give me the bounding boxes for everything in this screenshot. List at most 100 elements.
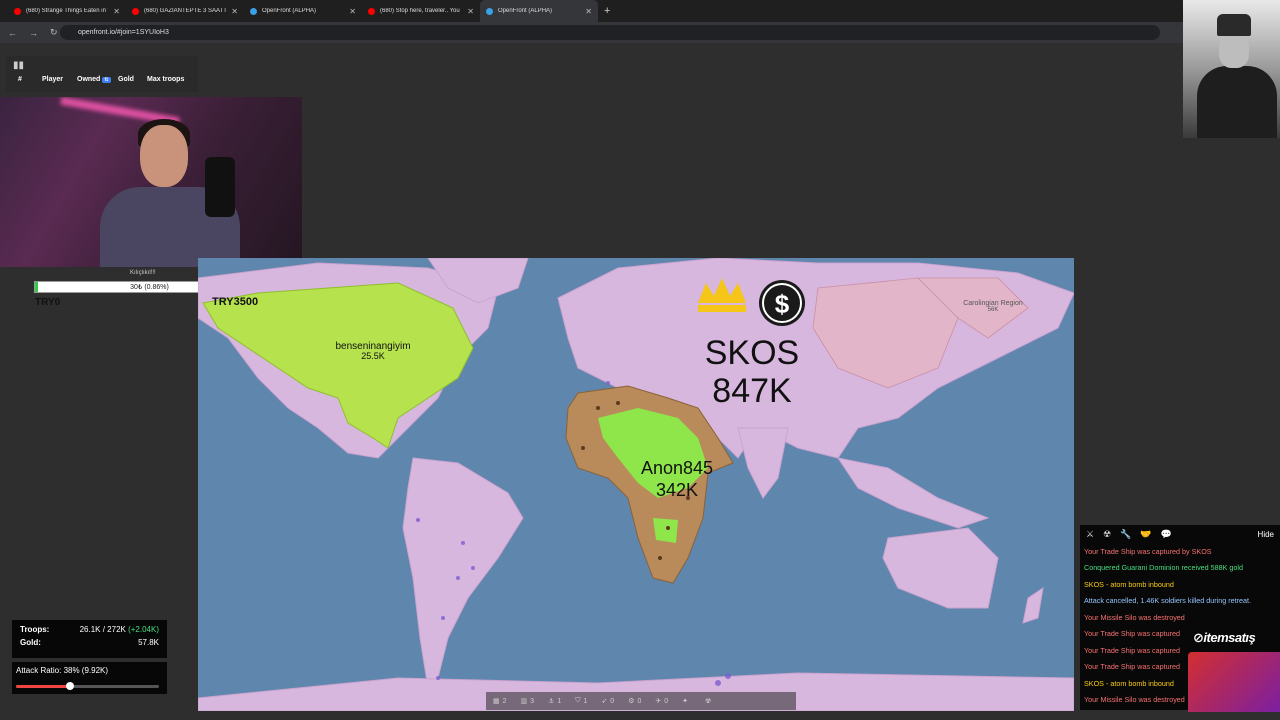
close-tab-icon[interactable]: ✕ <box>349 7 356 16</box>
svg-text:$: $ <box>775 289 790 319</box>
build-missile-button[interactable]: ➶ 0 <box>594 697 621 706</box>
leaderboard-header-gold[interactable]: Gold <box>118 76 134 83</box>
build-count: 2 <box>502 697 507 705</box>
overlay-cat-image <box>1188 652 1280 712</box>
player-label-skos[interactable]: SKOS 847K <box>668 336 836 408</box>
streamer-webcam <box>0 97 302 267</box>
build-count: 0 <box>610 697 615 705</box>
leaderboard-header-rank[interactable]: # <box>18 76 22 83</box>
missile-icon: ➶ <box>601 698 608 705</box>
leaderboard-header-owned[interactable]: Owned ⇅ <box>77 76 111 83</box>
sword-icon[interactable]: ⚔ <box>1086 529 1094 540</box>
attack-ratio-label: Attack Ratio: 38% (9.92K) <box>16 666 109 675</box>
region-name: Carolingian Region <box>963 300 1023 307</box>
leaderboard-header-max-troops[interactable]: Max troops <box>147 76 184 83</box>
troops-label: Troops: <box>20 625 50 634</box>
leaderboard-icon[interactable]: ▮▮ <box>13 60 24 71</box>
port-icon: ⚓ <box>548 698 555 705</box>
overlay-photo <box>1183 0 1280 138</box>
owned-label: Owned <box>77 76 101 83</box>
radiation-icon[interactable]: ☢ <box>1103 529 1111 540</box>
sort-badge: ⇅ <box>102 77 111 83</box>
back-icon[interactable]: ← <box>8 28 17 38</box>
attack-ratio-slider[interactable] <box>16 682 159 690</box>
game-map[interactable]: $ benseninangiyim 25.5K SKOS 847K Anon84… <box>198 258 1074 711</box>
gold-coin-icon: $ <box>759 280 805 326</box>
chat-icon[interactable]: 💬 <box>1161 529 1172 540</box>
build-port-button[interactable]: ⚓ 1 <box>541 697 568 706</box>
player-label-north-america[interactable]: benseninangiyim 25.5K <box>298 342 448 361</box>
youtube-icon <box>132 7 139 15</box>
sam-icon: ✈ <box>655 698 662 705</box>
troops-value-wrap: 26.1K / 272K (+2.04K) <box>80 625 159 634</box>
event-message: Attack cancelled, 1.46K soldiers killed … <box>1084 596 1251 606</box>
attack-ratio-panel: Attack Ratio: 38% (9.92K) <box>12 662 167 694</box>
browser-tab-0[interactable]: (680) Strange Things Eaten in t ✕ <box>8 0 126 22</box>
build-defense-button[interactable]: ⛉ 1 <box>568 697 594 705</box>
close-tab-icon[interactable]: ✕ <box>231 7 238 16</box>
close-tab-icon[interactable]: ✕ <box>467 7 474 16</box>
faded-stats-panel <box>1186 146 1270 246</box>
close-tab-icon[interactable]: ✕ <box>585 7 592 16</box>
hide-events-button[interactable]: Hide <box>1258 530 1274 539</box>
build-toolbar: ▦ 2 ▥ 3 ⚓ 1 ⛉ 1 ➶ 0 ⚙ 0 ✈ 0 ✦ ☢ <box>486 692 796 710</box>
events-filter-bar: ⚔ ☢ 🔧 🤝 💬 Hide <box>1080 525 1280 543</box>
leaderboard-header-player[interactable]: Player <box>42 76 63 83</box>
build-count: 1 <box>557 697 562 705</box>
currency-label-left: TRY0 <box>35 297 61 308</box>
currency-label-map: TRY3500 <box>212 296 259 308</box>
new-tab-icon[interactable]: + <box>604 5 610 17</box>
url-text: openfront.io/#join=1SYUIoH3 <box>78 29 169 36</box>
player-troops: 342K <box>655 480 699 500</box>
build-silo-button[interactable]: ⚙ 0 <box>621 697 648 706</box>
region-troops: 56K <box>987 307 999 313</box>
build-count: 0 <box>664 697 669 705</box>
leaderboard-panel: ▮▮ # Player Owned ⇅ Gold Max troops <box>6 56 198 92</box>
tab-title: OpenFront (ALPHA) <box>262 8 317 14</box>
build-factory-button[interactable]: ▥ 3 <box>514 697 542 706</box>
event-message: SKOS - atom bomb inbound <box>1084 579 1174 589</box>
wrench-icon[interactable]: 🔧 <box>1120 529 1131 540</box>
player-name: SKOS <box>704 334 800 372</box>
player-name: Anon845 <box>640 458 714 478</box>
build-count: 0 <box>637 697 642 705</box>
url-field[interactable]: openfront.io/#join=1SYUIoH3 <box>60 25 1160 40</box>
city-icon: ▦ <box>493 698 500 705</box>
tab-title: (680) GAZİANTEPTE 3 SAATTE <box>144 8 227 14</box>
address-bar-row: ← → ↻ openfront.io/#join=1SYUIoH3 <box>0 22 1280 43</box>
youtube-icon <box>368 7 375 15</box>
player-label-anon845[interactable]: Anon845 342K <box>618 459 736 499</box>
silo-icon: ⚙ <box>628 698 635 705</box>
youtube-icon <box>14 7 21 15</box>
nuke-icon: ☢ <box>705 698 712 705</box>
tab-title: (680) Stop here, traveler.. You <box>380 8 460 14</box>
build-warship-button[interactable]: ✦ <box>675 697 698 705</box>
event-message: Your Missile Silo was destroyed <box>1084 612 1185 622</box>
site-favicon-icon <box>486 7 493 15</box>
browser-tab-4[interactable]: OpenFront (ALPHA) ✕ <box>480 0 598 22</box>
slider-knob[interactable] <box>66 682 75 690</box>
browser-tab-1[interactable]: (680) GAZİANTEPTE 3 SAATTE ✕ <box>126 0 244 22</box>
event-message: Your Trade Ship was captured by SKOS <box>1084 546 1212 556</box>
player-troops: 847K <box>712 372 792 410</box>
build-sam-button[interactable]: ✈ 0 <box>648 697 675 706</box>
build-city-button[interactable]: ▦ 2 <box>486 697 514 706</box>
reload-icon[interactable]: ↻ <box>50 27 58 38</box>
browser-tab-3[interactable]: (680) Stop here, traveler.. You ✕ <box>362 0 480 22</box>
site-favicon-icon <box>250 7 257 15</box>
defense-icon: ⛉ <box>575 697 581 704</box>
forward-icon[interactable]: → <box>29 28 38 38</box>
gold-value: 57.8K <box>138 638 159 647</box>
warship-icon: ✦ <box>682 698 689 705</box>
build-count: 3 <box>530 697 535 705</box>
gold-row: Gold: 57.8K <box>20 638 159 647</box>
browser-tab-bar: (680) Strange Things Eaten in t ✕ (680) GA… <box>0 0 1280 22</box>
troops-row: Troops: 26.1K / 272K (+2.04K) <box>20 625 159 634</box>
player-name-tag: Kılıçlıkıl!!! <box>130 270 156 276</box>
handshake-icon[interactable]: 🤝 <box>1140 529 1151 540</box>
browser-tab-2[interactable]: OpenFront (ALPHA) ✕ <box>244 0 362 22</box>
build-nuke-button[interactable]: ☢ <box>698 697 721 705</box>
close-tab-icon[interactable]: ✕ <box>113 7 120 16</box>
event-message: Conquered Guarani Dominion received 588K… <box>1084 563 1244 573</box>
troops-gain: (+2.04K) <box>128 625 159 634</box>
